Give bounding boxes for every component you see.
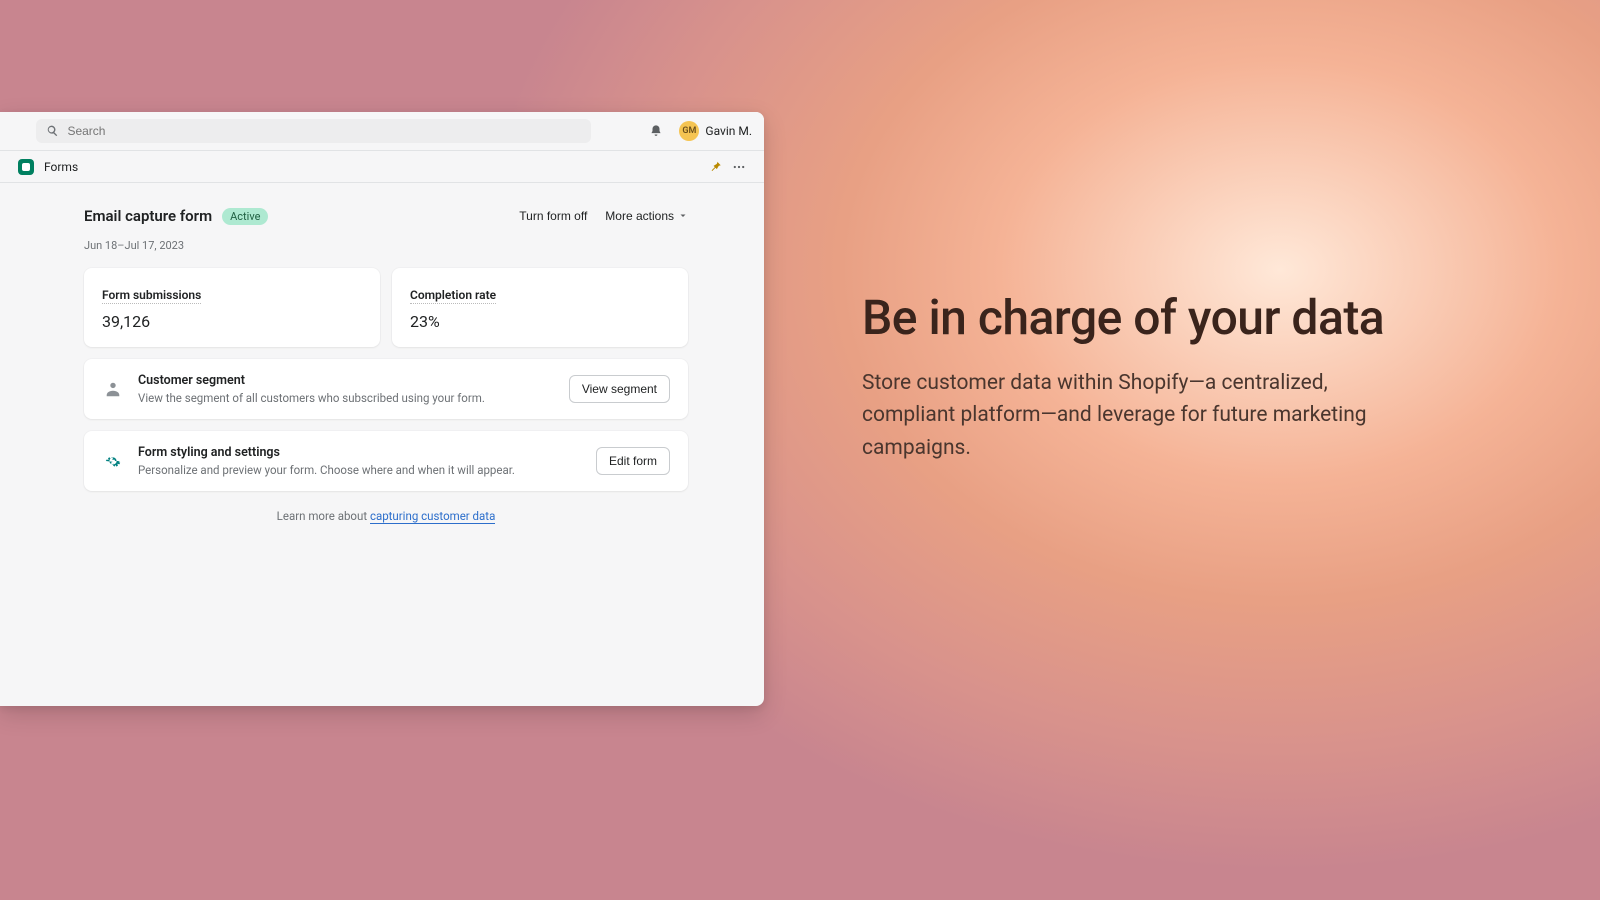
segment-body: Customer segment View the segment of all…: [138, 373, 555, 405]
page-actions: Turn form off More actions: [519, 209, 688, 223]
user-menu[interactable]: GM Gavin M.: [679, 121, 752, 141]
search-box[interactable]: [36, 119, 591, 143]
pin-icon[interactable]: [709, 160, 722, 173]
completion-rate-card: Completion rate 23%: [392, 268, 688, 347]
marketing-body: Store customer data within Shopify—a cen…: [862, 367, 1402, 465]
completion-value: 23%: [410, 312, 670, 331]
turn-form-off-button[interactable]: Turn form off: [519, 209, 587, 223]
more-actions-label: More actions: [605, 209, 674, 223]
user-name: Gavin M.: [705, 124, 752, 138]
marketing-headline: Be in charge of your data: [862, 290, 1402, 347]
avatar: GM: [679, 121, 699, 141]
segment-title: Customer segment: [138, 373, 555, 388]
gear-icon: [102, 452, 124, 470]
completion-label: Completion rate: [410, 288, 496, 304]
view-segment-button[interactable]: View segment: [569, 375, 670, 403]
customer-segment-card: Customer segment View the segment of all…: [84, 359, 688, 419]
learn-more-prefix: Learn more about: [277, 509, 370, 523]
submissions-label: Form submissions: [102, 288, 201, 304]
styling-body: Form styling and settings Personalize an…: [138, 445, 582, 477]
styling-desc: Personalize and preview your form. Choos…: [138, 463, 582, 477]
search-input[interactable]: [67, 124, 581, 138]
form-submissions-card: Form submissions 39,126: [84, 268, 380, 347]
subheader-actions: [709, 160, 746, 174]
forms-app-icon: [18, 159, 34, 175]
topbar-right: GM Gavin M.: [649, 121, 752, 141]
page-header: Email capture form Active Turn form off …: [84, 207, 688, 225]
form-styling-card: Form styling and settings Personalize an…: [84, 431, 688, 491]
subheader: Forms: [0, 150, 764, 183]
bell-icon[interactable]: [649, 124, 663, 138]
stats-row: Form submissions 39,126 Completion rate …: [84, 268, 688, 347]
marketing-panel: Be in charge of your data Store customer…: [862, 290, 1402, 464]
date-range: Jun 18–Jul 17, 2023: [84, 239, 688, 252]
submissions-value: 39,126: [102, 312, 362, 331]
styling-title: Form styling and settings: [138, 445, 582, 460]
more-icon[interactable]: [732, 160, 746, 174]
subheader-title: Forms: [44, 160, 78, 174]
search-icon: [46, 124, 59, 138]
status-badge: Active: [222, 208, 268, 225]
page-title: Email capture form: [84, 207, 212, 225]
segment-desc: View the segment of all customers who su…: [138, 391, 555, 405]
learn-more: Learn more about capturing customer data: [84, 509, 688, 523]
edit-form-button[interactable]: Edit form: [596, 447, 670, 475]
chevron-down-icon: [678, 211, 688, 221]
content-area: Email capture form Active Turn form off …: [0, 183, 764, 523]
person-icon: [102, 380, 124, 398]
topbar: GM Gavin M.: [0, 112, 764, 150]
more-actions-button[interactable]: More actions: [605, 209, 688, 223]
capturing-customer-data-link[interactable]: capturing customer data: [370, 509, 495, 524]
app-window: GM Gavin M. Forms Email capture form Act…: [0, 112, 764, 706]
